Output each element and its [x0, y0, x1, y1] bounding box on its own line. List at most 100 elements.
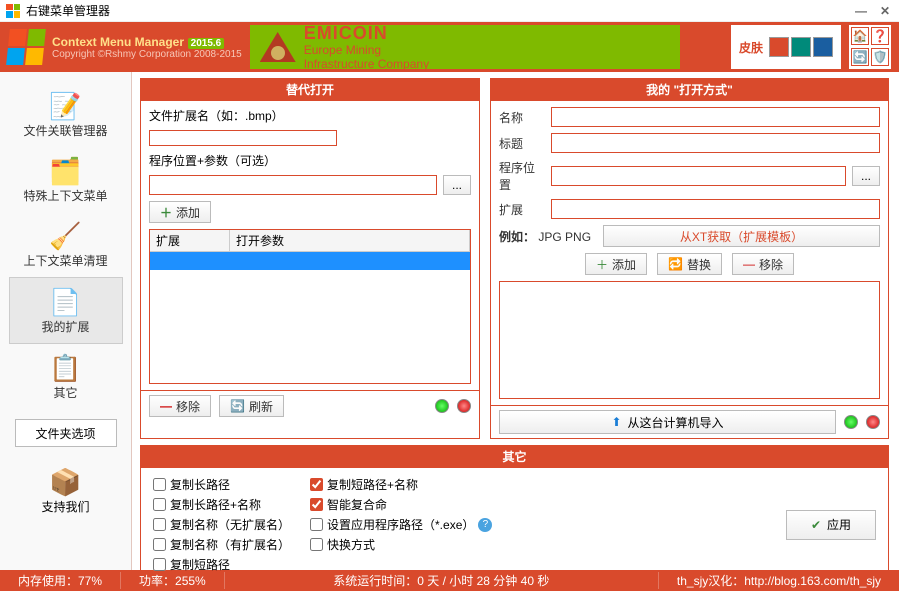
check-icon: ✔ — [811, 518, 821, 532]
checkbox-option[interactable]: 智能复合命 — [310, 496, 492, 513]
ext-input[interactable] — [149, 130, 337, 146]
close-button[interactable]: ✕ — [877, 4, 893, 18]
sidebar: 📝文件关联管理器🗂️特殊上下文菜单🧹上下文菜单清理📄我的扩展📋其它 文件夹选项 … — [0, 72, 132, 570]
checkbox-option[interactable]: 复制长路径 — [153, 476, 290, 493]
header: Context Menu Manager 2015.6 Copyright ©R… — [0, 22, 899, 72]
skin-swatch[interactable] — [769, 37, 789, 57]
ext-table[interactable]: 扩展 打开参数 — [149, 229, 471, 384]
sidebar-item[interactable]: 🧹上下文菜单清理 — [9, 212, 123, 277]
app-title: 右键菜单管理器 — [26, 2, 110, 19]
import-button[interactable]: ⬆从这台计算机导入 — [499, 410, 836, 434]
panel-title: 其它 — [141, 446, 888, 468]
prog-path-input[interactable] — [551, 166, 846, 186]
sidebar-item[interactable]: 📋其它 — [9, 344, 123, 409]
brand: Context Menu Manager 2015.6 Copyright ©R… — [8, 29, 242, 65]
table-row[interactable] — [150, 252, 470, 270]
refresh-button[interactable]: 🔄刷新 — [219, 395, 284, 417]
browse-button[interactable]: ... — [443, 175, 471, 195]
ad-banner[interactable]: EMICOIN Europe MiningInfrastructure Comp… — [250, 25, 680, 69]
sidebar-item[interactable]: 🗂️特殊上下文菜单 — [9, 147, 123, 212]
refresh-icon: 🔄 — [230, 399, 245, 413]
status-credit: th_sjy汉化：http://blog.163.com/th_sjy — [659, 572, 899, 589]
minus-icon: — — [743, 257, 755, 271]
plus-icon: ＋ — [596, 256, 608, 273]
checkbox-option[interactable]: 复制长路径+名称 — [153, 496, 290, 513]
statusbar: 内存使用：77% 功率：255% 系统运行时间：0 天 / 小时 28 分钟 4… — [0, 570, 899, 591]
help-icon[interactable]: ? — [478, 518, 492, 532]
sidebar-label: 文件关联管理器 — [9, 122, 123, 139]
support-link[interactable]: 📦 支持我们 — [41, 467, 89, 515]
checkbox-option[interactable]: 复制名称（无扩展名） — [153, 516, 290, 533]
status-led-red[interactable] — [457, 399, 471, 413]
checkbox-option[interactable]: 设置应用程序路径（*.exe）? — [310, 516, 492, 533]
skin-swatch[interactable] — [791, 37, 811, 57]
windows-logo-icon — [6, 29, 46, 65]
skin-selector: 皮肤 — [731, 25, 841, 69]
sidebar-item[interactable]: 📝文件关联管理器 — [9, 82, 123, 147]
brand-version: 2015.6 — [188, 38, 225, 49]
refresh-icon[interactable]: 🔄 — [851, 48, 869, 66]
status-runtime: 系统运行时间：0 天 / 小时 28 分钟 40 秒 — [225, 572, 659, 589]
status-led-green[interactable] — [844, 415, 858, 429]
sidebar-label: 特殊上下文菜单 — [9, 187, 123, 204]
skin-swatch[interactable] — [813, 37, 833, 57]
minimize-button[interactable]: ― — [853, 4, 869, 18]
from-xt-button[interactable]: 从XT获取（扩展模板） — [603, 225, 880, 247]
checkbox-option[interactable]: 快换方式 — [310, 536, 492, 553]
header-tools: 🏠 ❓ 🔄 🛡️ — [849, 25, 891, 69]
brand-copyright: Copyright ©Rshmy Corporation 2008-2015 — [52, 49, 242, 60]
replace-button[interactable]: 🔁替换 — [657, 253, 722, 275]
checkbox-option[interactable]: 复制短路径 — [153, 556, 290, 573]
panel-title: 替代打开 — [141, 79, 479, 101]
arrow-up-icon: ⬆ — [611, 415, 621, 429]
minus-icon: — — [160, 399, 172, 413]
sidebar-label: 其它 — [9, 384, 123, 401]
panel-replace-open: 替代打开 文件扩展名（如：.bmp） 程序位置+参数（可选） ... ＋添加 — [140, 78, 480, 439]
ext-label: 文件扩展名（如：.bmp） — [149, 107, 284, 124]
panel-title: 我的 "打开方式" — [491, 79, 888, 101]
status-led-green[interactable] — [435, 399, 449, 413]
shield-icon[interactable]: 🛡️ — [871, 48, 889, 66]
status-power: 功率：255% — [121, 572, 225, 589]
add-button[interactable]: ＋添加 — [149, 201, 211, 223]
ext-input[interactable] — [551, 199, 880, 219]
path-input[interactable] — [149, 175, 437, 195]
swap-icon: 🔁 — [668, 257, 683, 271]
app-logo-icon — [6, 4, 20, 18]
emicoin-logo-icon — [260, 32, 296, 62]
status-led-red[interactable] — [866, 415, 880, 429]
col-ext: 扩展 — [150, 230, 230, 251]
plus-icon: ＋ — [160, 204, 172, 221]
remove-button[interactable]: —移除 — [732, 253, 794, 275]
add-button[interactable]: ＋添加 — [585, 253, 647, 275]
status-memory: 内存使用：77% — [0, 572, 121, 589]
sidebar-label: 我的扩展 — [10, 318, 122, 335]
path-label: 程序位置+参数（可选） — [149, 152, 276, 169]
checkbox-option[interactable]: 复制短路径+名称 — [310, 476, 492, 493]
panel-open-with: 我的 "打开方式" 名称 标题 程序位置... 扩展 例如： JPG PNG 从… — [490, 78, 889, 439]
help-icon[interactable]: ❓ — [871, 27, 889, 45]
panel-misc: 其它 复制长路径复制长路径+名称复制名称（无扩展名） 复制名称（有扩展名） 复制短路… — [140, 445, 889, 582]
sidebar-label: 上下文菜单清理 — [9, 252, 123, 269]
title-input[interactable] — [551, 133, 880, 153]
package-icon: 📦 — [41, 467, 89, 498]
sidebar-item[interactable]: 📄我的扩展 — [9, 277, 123, 344]
titlebar: 右键菜单管理器 ― ✕ — [0, 0, 899, 22]
folder-options-button[interactable]: 文件夹选项 — [15, 419, 117, 447]
ad-title: EMICOIN — [304, 23, 429, 44]
sidebar-icon: 🧹 — [9, 220, 123, 252]
skin-label: 皮肤 — [739, 39, 763, 56]
content: 替代打开 文件扩展名（如：.bmp） 程序位置+参数（可选） ... ＋添加 — [132, 72, 899, 570]
name-input[interactable] — [551, 107, 880, 127]
checkbox-option[interactable]: 复制名称（有扩展名） — [153, 536, 290, 553]
browse-button[interactable]: ... — [852, 166, 880, 186]
apply-button[interactable]: ✔应用 — [786, 510, 876, 540]
brand-title: Context Menu Manager — [52, 35, 184, 49]
remove-button[interactable]: —移除 — [149, 395, 211, 417]
sidebar-icon: 🗂️ — [9, 155, 123, 187]
col-params: 打开参数 — [230, 230, 470, 251]
sidebar-icon: 📋 — [9, 352, 123, 384]
sidebar-icon: 📄 — [10, 286, 122, 318]
preview-area[interactable] — [499, 281, 880, 399]
home-icon[interactable]: 🏠 — [851, 27, 869, 45]
